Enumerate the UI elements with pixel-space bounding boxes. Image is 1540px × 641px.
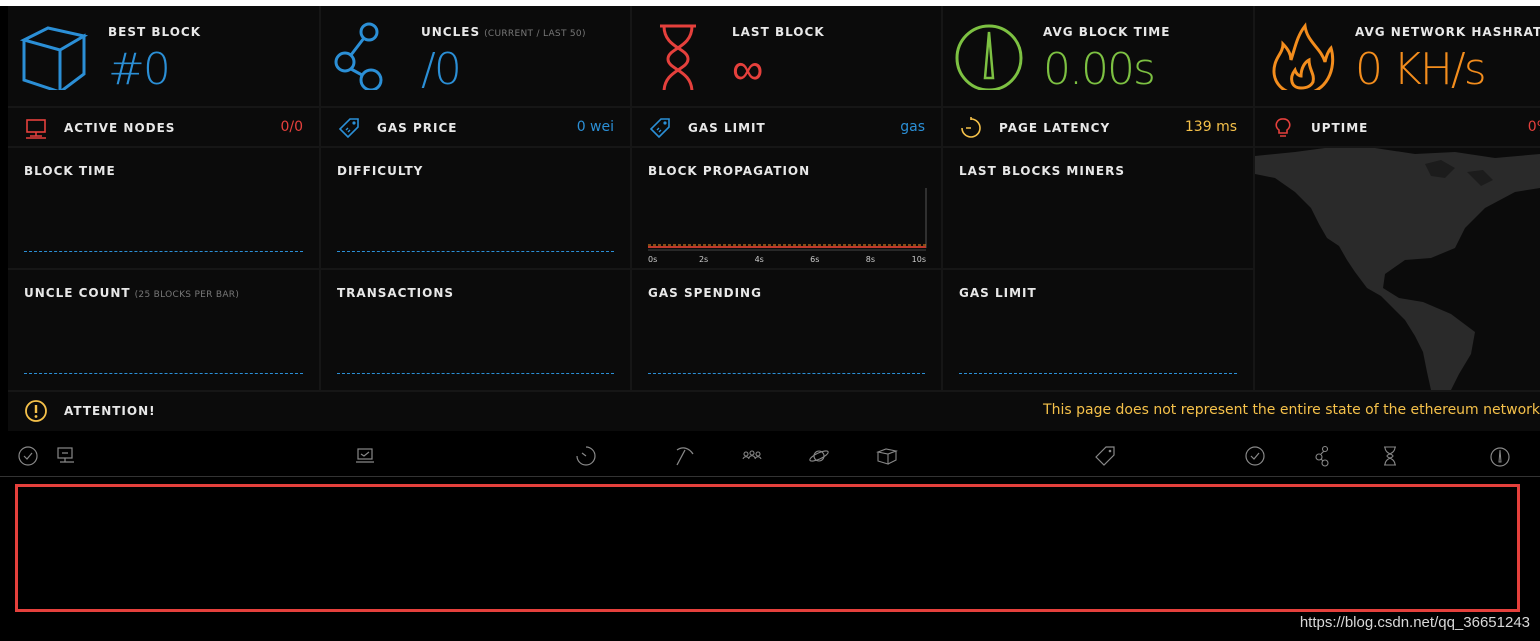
timer-icon (961, 117, 981, 138)
panel-title: AVG NETWORK HASHRATE (1355, 25, 1540, 39)
last-block-value: ∞ (732, 44, 763, 95)
block-time-chart: BLOCK TIME (8, 148, 319, 268)
lightbulb-icon (1275, 118, 1291, 137)
panel-title: AVG BLOCK TIME (1043, 25, 1171, 39)
active-nodes-stat: ACTIVE NODES 0/0 (8, 108, 319, 146)
panel-title: UNCLES (CURRENT / LAST 50) (421, 25, 586, 39)
stat-title: UPTIME (1311, 121, 1369, 135)
stat-title: PAGE LATENCY (999, 121, 1111, 135)
last-blocks-miners-panel: LAST BLOCKS MINERS (943, 148, 1253, 268)
dashboard: BEST BLOCK #0 UNCLES (CURRENT / LAST 50) … (8, 6, 1540, 431)
gas-limit-stat: GAS LIMIT gas (632, 108, 941, 146)
gas-price-value: 0 wei (576, 119, 614, 135)
last-block-panel: LAST BLOCK ∞ (632, 6, 941, 106)
propagation-tick-label: 10s (912, 255, 926, 264)
uncles-icon (334, 22, 383, 90)
gas-limit-chart: GAS LIMIT (943, 270, 1253, 390)
block-propagation-chart: BLOCK PROPAGATION 0s 2s 4s 6s 8s 10s (632, 148, 941, 268)
uncles-panel: UNCLES (CURRENT / LAST 50) /0 (321, 6, 630, 106)
gas-price-stat: GAS PRICE 0 wei (321, 108, 630, 146)
cube-icon (19, 26, 89, 90)
gas-spending-chart: GAS SPENDING (632, 270, 941, 390)
avg-block-time-panel: AVG BLOCK TIME 0.00s (943, 6, 1253, 106)
chart-baseline (337, 373, 614, 374)
uncle-count-chart: UNCLE COUNT (25 BLOCKS PER BAR) (8, 270, 319, 390)
chart-baseline (337, 251, 614, 252)
chart-baseline (648, 373, 925, 374)
active-nodes-value: 0/0 (280, 119, 303, 135)
page-latency-value: 139 ms (1184, 119, 1237, 135)
uptime-value: 0% (1527, 119, 1540, 135)
tag-icon[interactable] (1093, 444, 1117, 468)
difficulty-chart: DIFFICULTY (321, 148, 630, 268)
planet-icon[interactable] (807, 444, 831, 468)
check-circle-icon[interactable] (16, 444, 40, 468)
uncles-value: /0 (421, 44, 462, 95)
propagation-tick-label: 8s (866, 255, 875, 264)
hashrate-panel: AVG NETWORK HASHRATE 0 KH/s (1255, 6, 1540, 106)
gas-limit-value: gas (900, 119, 925, 135)
tag-icon (338, 118, 359, 139)
check-circle-icon[interactable] (1243, 444, 1267, 468)
map-americas (1255, 148, 1540, 390)
server-icon[interactable] (54, 444, 78, 468)
attention-bar: ATTENTION! This page does not represent … (8, 392, 1540, 431)
uncles-icon[interactable] (1311, 444, 1335, 468)
hourglass-icon (660, 24, 696, 90)
attention-title: ATTENTION! (64, 404, 156, 418)
chart-baseline (24, 373, 303, 374)
node-list-area (15, 484, 1520, 612)
best-block-value: #0 (108, 44, 171, 95)
avg-block-time-value: 0.00s (1043, 44, 1156, 95)
hashrate-value: 0 KH/s (1355, 44, 1487, 95)
stat-title: GAS PRICE (377, 121, 458, 135)
panel-title: BEST BLOCK (108, 25, 202, 39)
gauge-icon (955, 24, 1023, 90)
timer-icon[interactable] (574, 444, 598, 468)
panel-title: LAST BLOCK (732, 25, 825, 39)
gauge-icon[interactable] (1488, 444, 1512, 468)
cube-icon[interactable] (875, 444, 899, 468)
propagation-tick-label: 4s (755, 255, 764, 264)
warning-icon (25, 400, 47, 422)
node-table-header (0, 438, 1540, 476)
group-icon[interactable] (740, 444, 764, 468)
best-block-panel: BEST BLOCK #0 (8, 6, 319, 106)
tag-icon (649, 118, 670, 139)
hourglass-icon[interactable] (1378, 444, 1402, 468)
propagation-tick-label: 0s (648, 255, 657, 264)
fire-icon (1272, 22, 1335, 90)
stat-title: GAS LIMIT (688, 121, 766, 135)
page-latency-stat: PAGE LATENCY 139 ms (943, 108, 1253, 146)
monitor-icon (26, 119, 46, 139)
propagation-plot: 0s 2s 4s 6s 8s 10s (648, 188, 927, 264)
chart-baseline (24, 251, 303, 252)
propagation-tick-label: 6s (810, 255, 819, 264)
transactions-chart: TRANSACTIONS (321, 270, 630, 390)
uptime-stat: UPTIME 0% (1255, 108, 1540, 146)
pickaxe-icon[interactable] (673, 444, 697, 468)
watermark: https://blog.csdn.net/qq_36651243 (1299, 614, 1530, 631)
laptop-icon[interactable] (353, 444, 377, 468)
attention-message: This page does not represent the entire … (1043, 402, 1540, 418)
stat-title: ACTIVE NODES (64, 121, 176, 135)
propagation-tick-label: 2s (699, 255, 708, 264)
chart-baseline (959, 373, 1237, 374)
world-map[interactable] (1255, 148, 1540, 390)
header-divider (0, 476, 1540, 477)
